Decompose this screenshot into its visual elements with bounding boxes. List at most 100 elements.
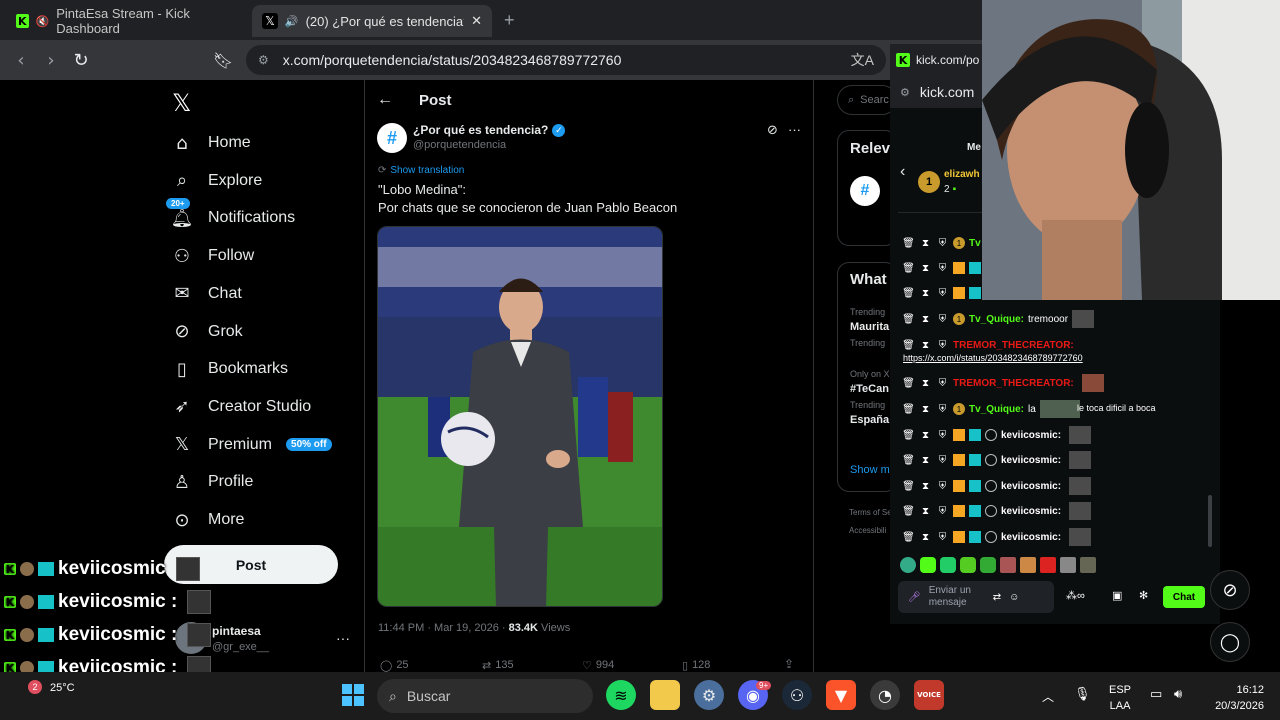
sidebar-item-premium[interactable]: 𝕏 Premium 50% off [170,427,332,463]
show-more-link[interactable]: Show m [850,464,890,476]
chat-message[interactable]: 🗑︎ ⧗ ⛨ [902,282,989,304]
sidebar-item-creator-studio[interactable]: ➶ Creator Studio [170,389,311,425]
emote-icon[interactable] [940,557,956,573]
obs-icon[interactable]: ◔ [870,680,900,710]
emote-icon[interactable] [900,557,916,573]
file-explorer-icon[interactable] [650,680,680,710]
sidebar-item-more[interactable]: ⊙ More [170,502,244,538]
emote-icon[interactable] [1060,557,1076,573]
site-info-icon[interactable]: ⚙ [258,53,269,67]
chat-message[interactable]: 🗑︎ ⧗ ⛨ keviicosmic: [902,424,1092,446]
delete-icon[interactable]: 🗑︎ [902,378,915,389]
chat-username[interactable]: keviicosmic: [1001,430,1061,441]
x-logo-icon[interactable]: 𝕏 [172,89,191,117]
show-translation-link[interactable]: ⟳ Show translation [378,165,464,176]
mic-icon[interactable]: 🎤︎ [908,592,921,603]
network-icon[interactable]: ▭ [1150,686,1162,702]
url-field[interactable]: ⚙ x.com/porquetendencia/status/203482346… [246,45,886,75]
windows-start-icon[interactable] [342,684,364,706]
settings-app-icon[interactable]: ⚙ [694,680,724,710]
ban-icon[interactable]: ⛨ [936,378,949,389]
timeout-icon[interactable]: ⧗ [919,532,932,543]
tab-close-icon[interactable]: ✕ [471,13,482,29]
delete-icon[interactable]: 🗑︎ [902,340,915,351]
relevant-avatar[interactable]: # [850,176,880,206]
delete-icon[interactable]: 🗑︎ [902,288,915,299]
volume-icon[interactable]: 🔊︎ [1174,686,1182,702]
chat-username[interactable]: keviicosmic: [1001,481,1061,492]
chat-highlight-user[interactable]: elizawh [944,169,980,180]
ban-icon[interactable]: ⛨ [936,288,949,299]
timeout-icon[interactable]: ⧗ [919,288,932,299]
sidebar-item-home[interactable]: ⌂ Home [170,125,250,161]
sidebar-item-grok[interactable]: ⊘ Grok [170,314,242,350]
ban-icon[interactable]: ⛨ [936,340,949,351]
trend-name[interactable]: España [850,414,889,426]
emote-icon[interactable] [980,557,996,573]
sidebar-item-chat[interactable]: ✉ Chat [170,276,241,312]
emote-icon[interactable] [920,557,936,573]
trend-name[interactable]: #TeCan [850,383,889,395]
author-avatar[interactable]: # [377,123,407,153]
post-more-icon[interactable]: ··· [788,122,801,137]
emote-icon[interactable] [960,557,976,573]
chat-message[interactable]: 🗑︎ ⧗ ⛨ TREMOR_THECREATOR: [902,372,1104,394]
clock[interactable]: 16:12 20/3/2026 [1200,682,1264,714]
emote-icon[interactable] [1040,557,1056,573]
author-handle[interactable]: @porquetendencia [413,139,506,151]
emoji-icon[interactable]: ☺ [1009,592,1019,603]
ban-icon[interactable]: ⛨ [936,263,949,274]
chat-input[interactable]: 🎤︎ Enviar un mensaje ⇄ ☺ [898,581,1054,613]
reply-button[interactable]: ◯ 25 [380,659,409,672]
tab-mute-icon[interactable]: 🔇 [36,15,50,28]
chat-message[interactable]: 🗑︎ ⧗ ⛨ keviicosmic: [902,500,1092,522]
translate-icon[interactable]: 文A [851,50,874,70]
delete-icon[interactable]: 🗑︎ [902,481,915,492]
forward-icon[interactable]: › [38,48,64,72]
ban-icon[interactable]: ⛨ [936,481,949,492]
delete-icon[interactable]: 🗑︎ [902,455,915,466]
tab-x-post[interactable]: 𝕏 🔊 (20) ¿Por qué es tendencia? o ✕ [252,5,492,37]
taskbar-search[interactable]: ⌕ Buscar [377,679,593,713]
tab-kick-dashboard[interactable]: K 🔇 PintaEsa Stream - Kick Dashboard [6,5,246,37]
chat-message[interactable]: 🗑︎ ⧗ ⛨ 1 Tv [902,232,985,254]
emote-icon[interactable] [1020,557,1036,573]
search-box[interactable]: ⌕ Searc [837,85,897,115]
emote-icon[interactable] [1000,557,1016,573]
sidebar-item-notifications[interactable]: 🔔︎ Notifications 20+ [166,198,295,236]
ban-icon[interactable]: ⛨ [936,314,949,325]
site-info-icon[interactable]: ⚙ [900,86,910,99]
chat-message[interactable]: 🗑︎ ⧗ ⛨ [902,257,989,279]
settings-icon[interactable]: ✻ [1139,589,1148,602]
timeout-icon[interactable]: ⧗ [919,506,932,517]
delete-icon[interactable]: 🗑︎ [902,314,915,325]
chat-send-button[interactable]: Chat [1163,586,1205,608]
spotify-icon[interactable]: ≋ [606,680,636,710]
timeout-icon[interactable]: ⧗ [919,340,932,351]
sidebar-item-explore[interactable]: ⌕ Explore [170,163,262,199]
timeout-icon[interactable]: ⧗ [919,263,932,274]
delete-icon[interactable]: 🗑︎ [902,532,915,543]
sidebar-item-follow[interactable]: ⚇ Follow [170,238,254,274]
points-icon[interactable]: ⁂∞ [1066,589,1085,602]
ban-icon[interactable]: ⛨ [936,455,949,466]
voicemeeter-icon[interactable]: VOICE [914,680,944,710]
sidebar-item-profile[interactable]: ♙ Profile [170,464,253,500]
language-indicator[interactable]: ESP LAA [1109,682,1131,714]
chat-message[interactable]: 🗑︎ ⧗ ⛨ keviicosmic: [902,475,1092,497]
chat-back-icon[interactable]: ‹ [900,163,905,181]
new-tab-button[interactable]: + [504,10,515,31]
delete-icon[interactable]: 🗑︎ [902,238,915,249]
ban-icon[interactable]: ⛨ [936,430,949,441]
steam-icon[interactable]: ⚇ [782,680,812,710]
tray-chevron-icon[interactable]: ︿ [1042,688,1054,705]
weather-temp[interactable]: 25°C [50,682,75,694]
ban-icon[interactable]: ⛨ [936,238,949,249]
author-name[interactable]: ¿Por qué es tendencia? ✓ [413,123,566,137]
translate-icon[interactable]: ⇄ [993,592,1001,603]
post-video[interactable] [377,226,663,607]
ban-icon[interactable]: ⛨ [936,506,949,517]
bookmark-page-icon[interactable]: 🔖︎ [210,48,236,72]
trend-name[interactable]: Maurita [850,321,889,333]
delete-icon[interactable]: 🗑︎ [902,263,915,274]
